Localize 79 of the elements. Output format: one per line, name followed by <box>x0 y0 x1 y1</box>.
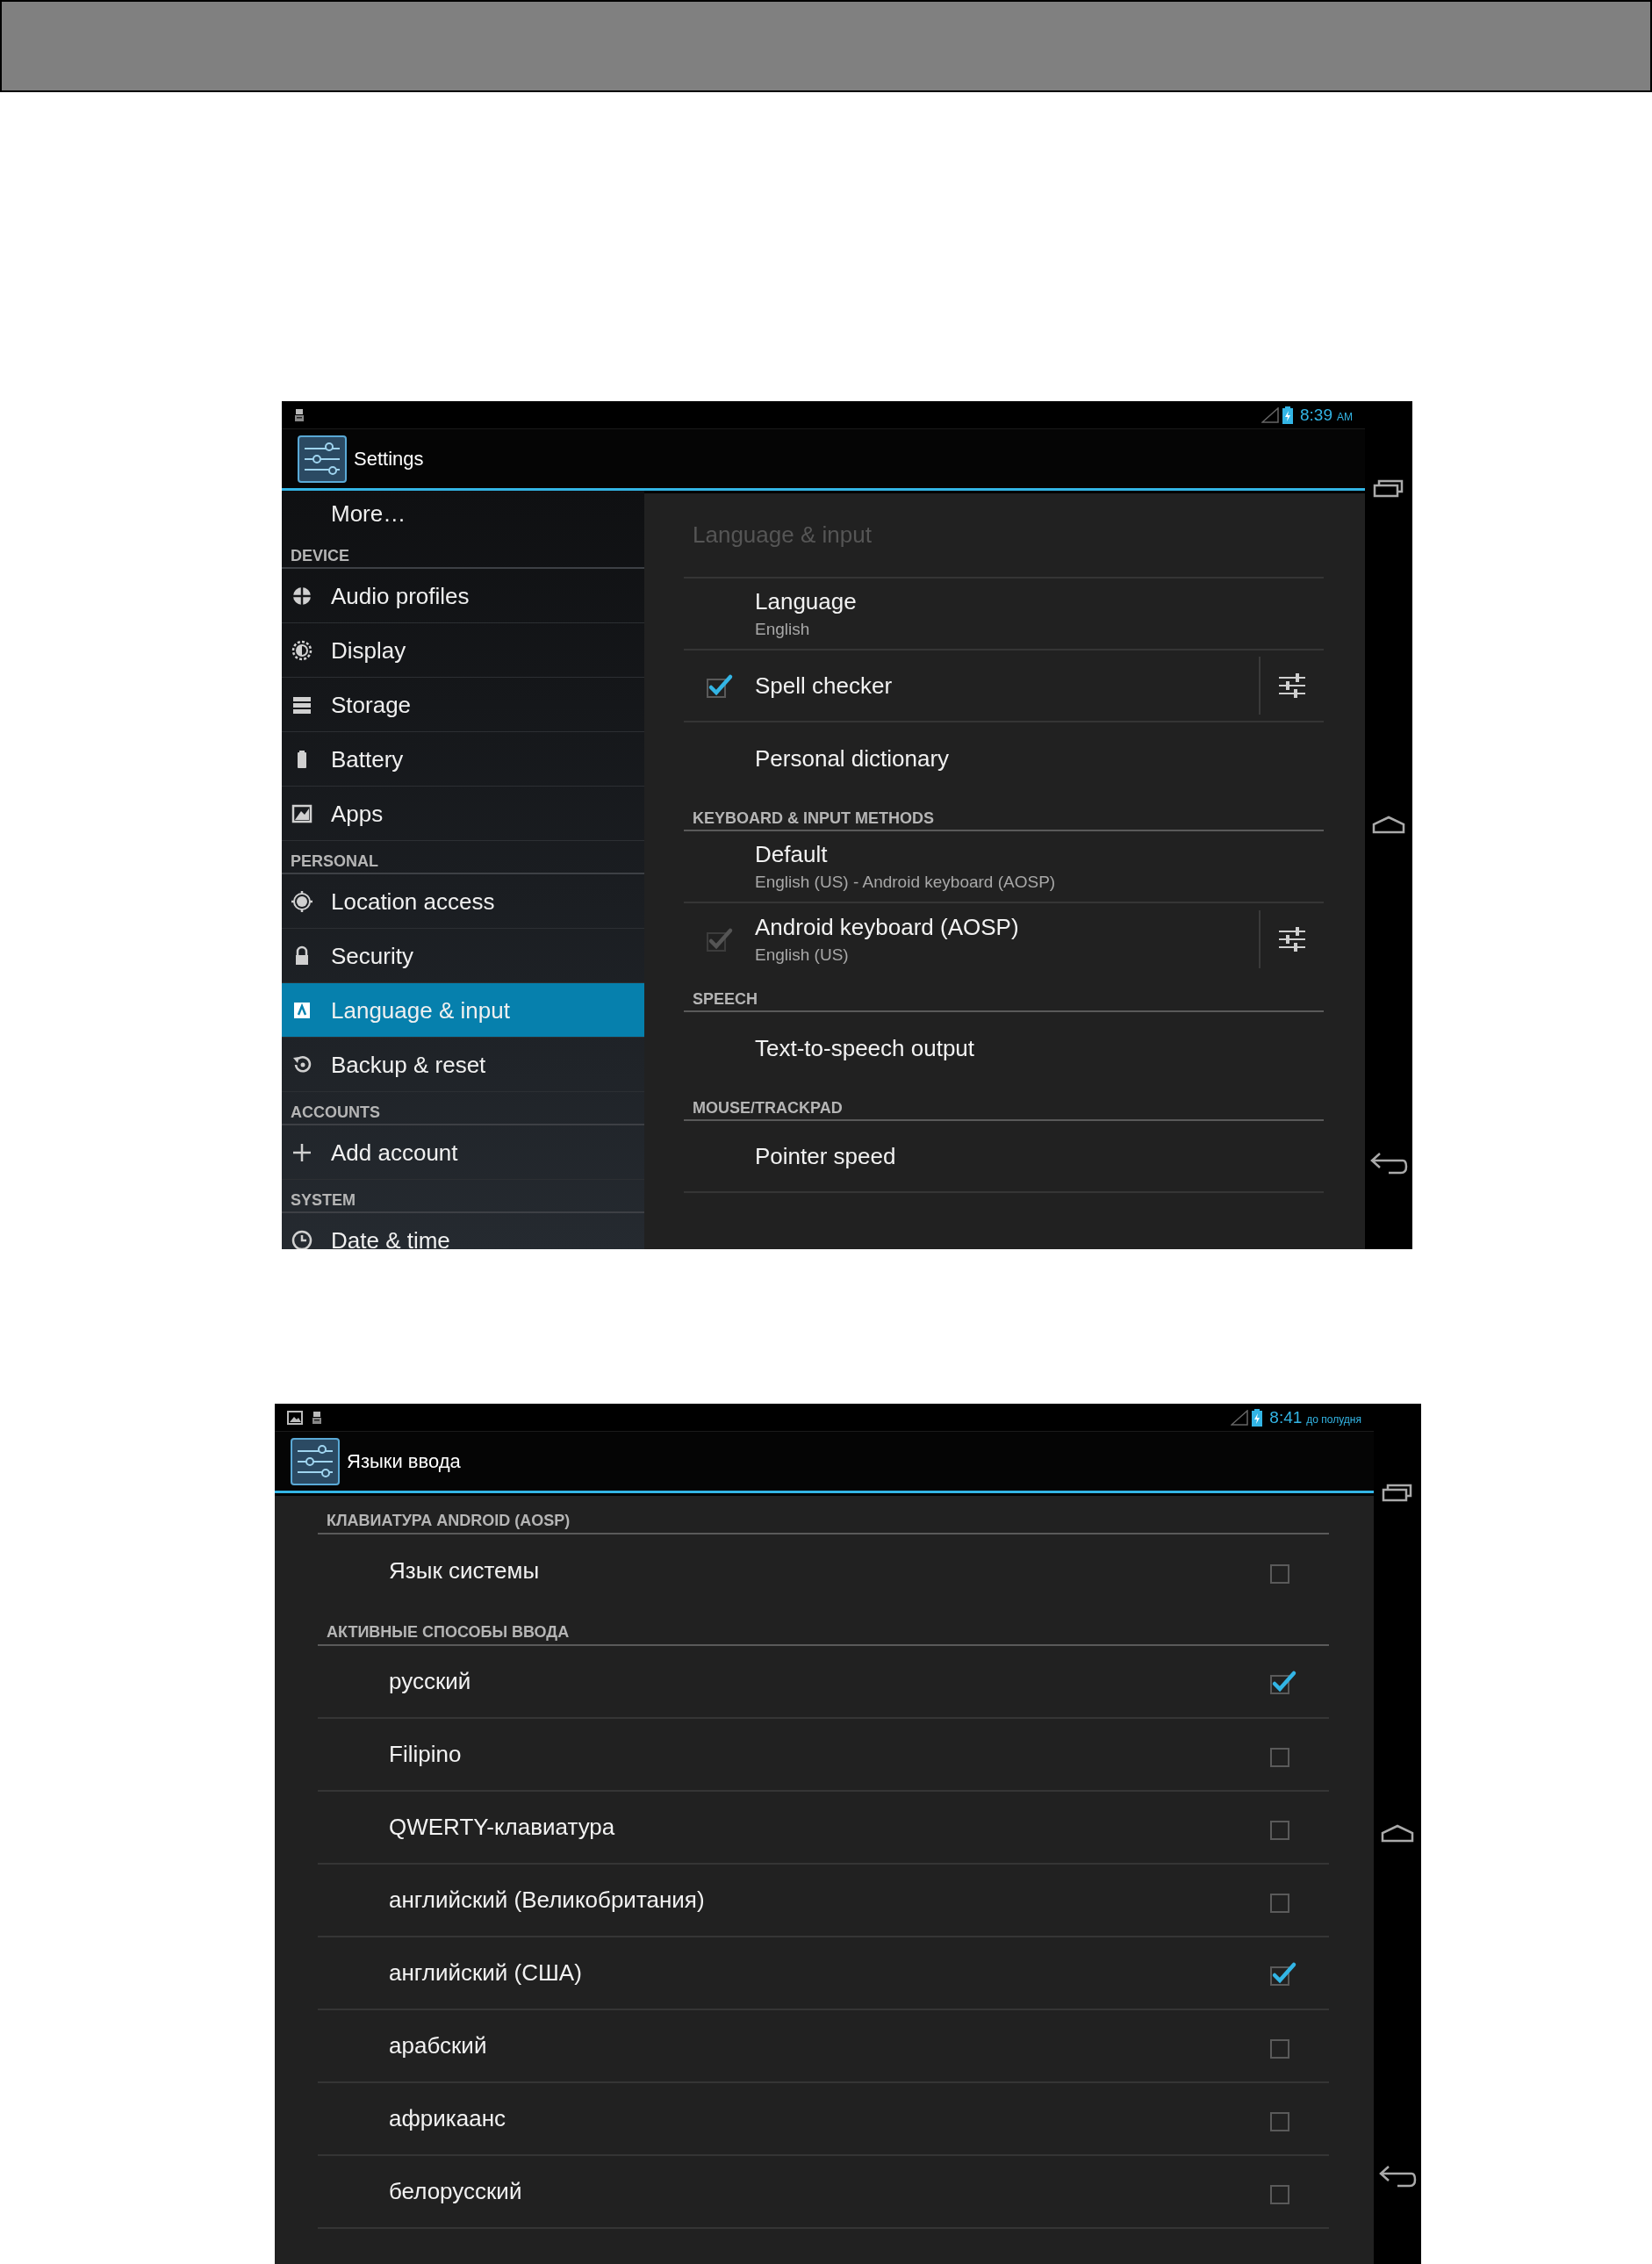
row-title: Default <box>755 839 829 869</box>
brightness-icon <box>291 638 313 662</box>
sidebar-item[interactable]: Audio profiles <box>282 569 644 623</box>
settings-row[interactable]: Text-to-speech output <box>684 1012 1324 1084</box>
sliders-icon <box>1278 926 1306 952</box>
row-title: Android keyboard (AOSP) <box>755 912 1020 942</box>
language-name: Язык системы <box>389 1556 541 1585</box>
language-row[interactable]: африкаанс <box>318 2083 1329 2156</box>
language-row[interactable]: английский (Великобритания) <box>318 1865 1329 1937</box>
settings-row[interactable]: Personal dictionary <box>684 722 1324 794</box>
language-row[interactable]: белорусский <box>318 2156 1329 2229</box>
row-title: Text-to-speech output <box>755 1033 976 1063</box>
signal-icon <box>1231 1409 1249 1426</box>
language-row[interactable]: русский <box>318 1646 1329 1719</box>
language-row[interactable]: QWERTY-клавиатура <box>318 1792 1329 1865</box>
time-period: до полудня <box>1306 1413 1361 1425</box>
section-header: SYSTEM <box>291 1192 356 1208</box>
signal-icon <box>1261 406 1279 423</box>
language-name: Filipino <box>389 1740 463 1769</box>
sliders-icon <box>291 1437 340 1485</box>
home-icon[interactable] <box>1380 1823 1415 1843</box>
battery-icon <box>1252 1408 1263 1427</box>
sidebar-item[interactable]: Display <box>282 623 644 678</box>
row-title: Spell checker <box>755 671 894 701</box>
settings-row[interactable]: Default English (US) - Android keyboard (AOSP) <box>684 831 1324 903</box>
language-name: QWERTY-клавиатура <box>389 1813 616 1842</box>
language-name: африкаанс <box>389 2104 507 2133</box>
clock-icon <box>291 1228 313 1249</box>
settings-row[interactable]: Spell checker <box>684 650 1324 722</box>
section-header: КЛАВИАТУРА ANDROID (AOSP) <box>327 1513 571 1528</box>
home-icon[interactable] <box>1371 815 1406 834</box>
clock-time: 8:41 <box>1269 1409 1303 1426</box>
back-icon[interactable] <box>1378 2164 1417 2189</box>
row-summary: English (US) - Android keyboard (AOSP) <box>755 872 1057 894</box>
sidebar-item[interactable]: Language & input <box>282 983 644 1038</box>
language-name: английский (Великобритания) <box>389 1886 706 1915</box>
sidebar-item[interactable]: Battery <box>282 732 644 787</box>
language-name: арабский <box>389 2031 488 2060</box>
notification-icon <box>312 1410 322 1425</box>
language-row[interactable]: английский (США) <box>318 1937 1329 2010</box>
section-header: KEYBOARD & INPUT METHODS <box>693 810 934 826</box>
section-header: DEVICE <box>291 548 350 564</box>
back-icon[interactable] <box>1369 1151 1408 1175</box>
language-row[interactable]: Язык системы <box>318 1534 1329 1607</box>
row-title: Language <box>755 586 858 616</box>
checked-checkbox[interactable] <box>705 672 734 699</box>
language-name: белорусский <box>389 2177 523 2206</box>
recent-apps-icon[interactable] <box>1382 1483 1413 1502</box>
language-name: английский (США) <box>389 1959 583 1987</box>
section-header: SPEECH <box>693 991 758 1007</box>
settings-row[interactable]: Pointer speed <box>684 1121 1324 1193</box>
screen-title: Settings <box>354 447 424 471</box>
section-header: MOUSE/TRACKPAD <box>693 1100 843 1116</box>
battery-icon <box>1282 406 1293 424</box>
row-title: Personal dictionary <box>755 744 951 773</box>
sliders-icon <box>1278 672 1306 699</box>
image-icon <box>287 1410 303 1425</box>
sidebar-item[interactable]: More… <box>282 491 644 535</box>
crosshair-icon <box>291 889 313 913</box>
section-header: ACCOUNTS <box>291 1104 380 1120</box>
language-row[interactable]: Filipino <box>318 1719 1329 1792</box>
language-name: русский <box>389 1667 472 1696</box>
language-row[interactable]: арабский <box>318 2010 1329 2083</box>
row-summary: English (US) <box>755 945 850 967</box>
section-header: PERSONAL <box>291 853 378 869</box>
sidebar-item[interactable]: Location access <box>282 874 644 929</box>
recent-apps-icon[interactable] <box>1373 478 1404 498</box>
notification-icon <box>294 407 305 422</box>
clock-time: 8:39 <box>1300 406 1332 423</box>
sidebar-item[interactable]: Apps <box>282 787 644 841</box>
row-summary: English <box>755 619 811 641</box>
section-header: АКТИВНЫЕ СПОСОБЫ ВВОДА <box>327 1624 570 1640</box>
sliders-icon <box>298 435 347 483</box>
screen-title: Языки ввода <box>347 1449 461 1474</box>
time-period: AM <box>1337 411 1353 422</box>
sidebar-item[interactable]: Backup & reset <box>282 1038 644 1092</box>
sidebar-item[interactable]: Storage <box>282 678 644 732</box>
row-title: Pointer speed <box>755 1141 897 1171</box>
settings-row[interactable]: Language English <box>684 579 1324 650</box>
